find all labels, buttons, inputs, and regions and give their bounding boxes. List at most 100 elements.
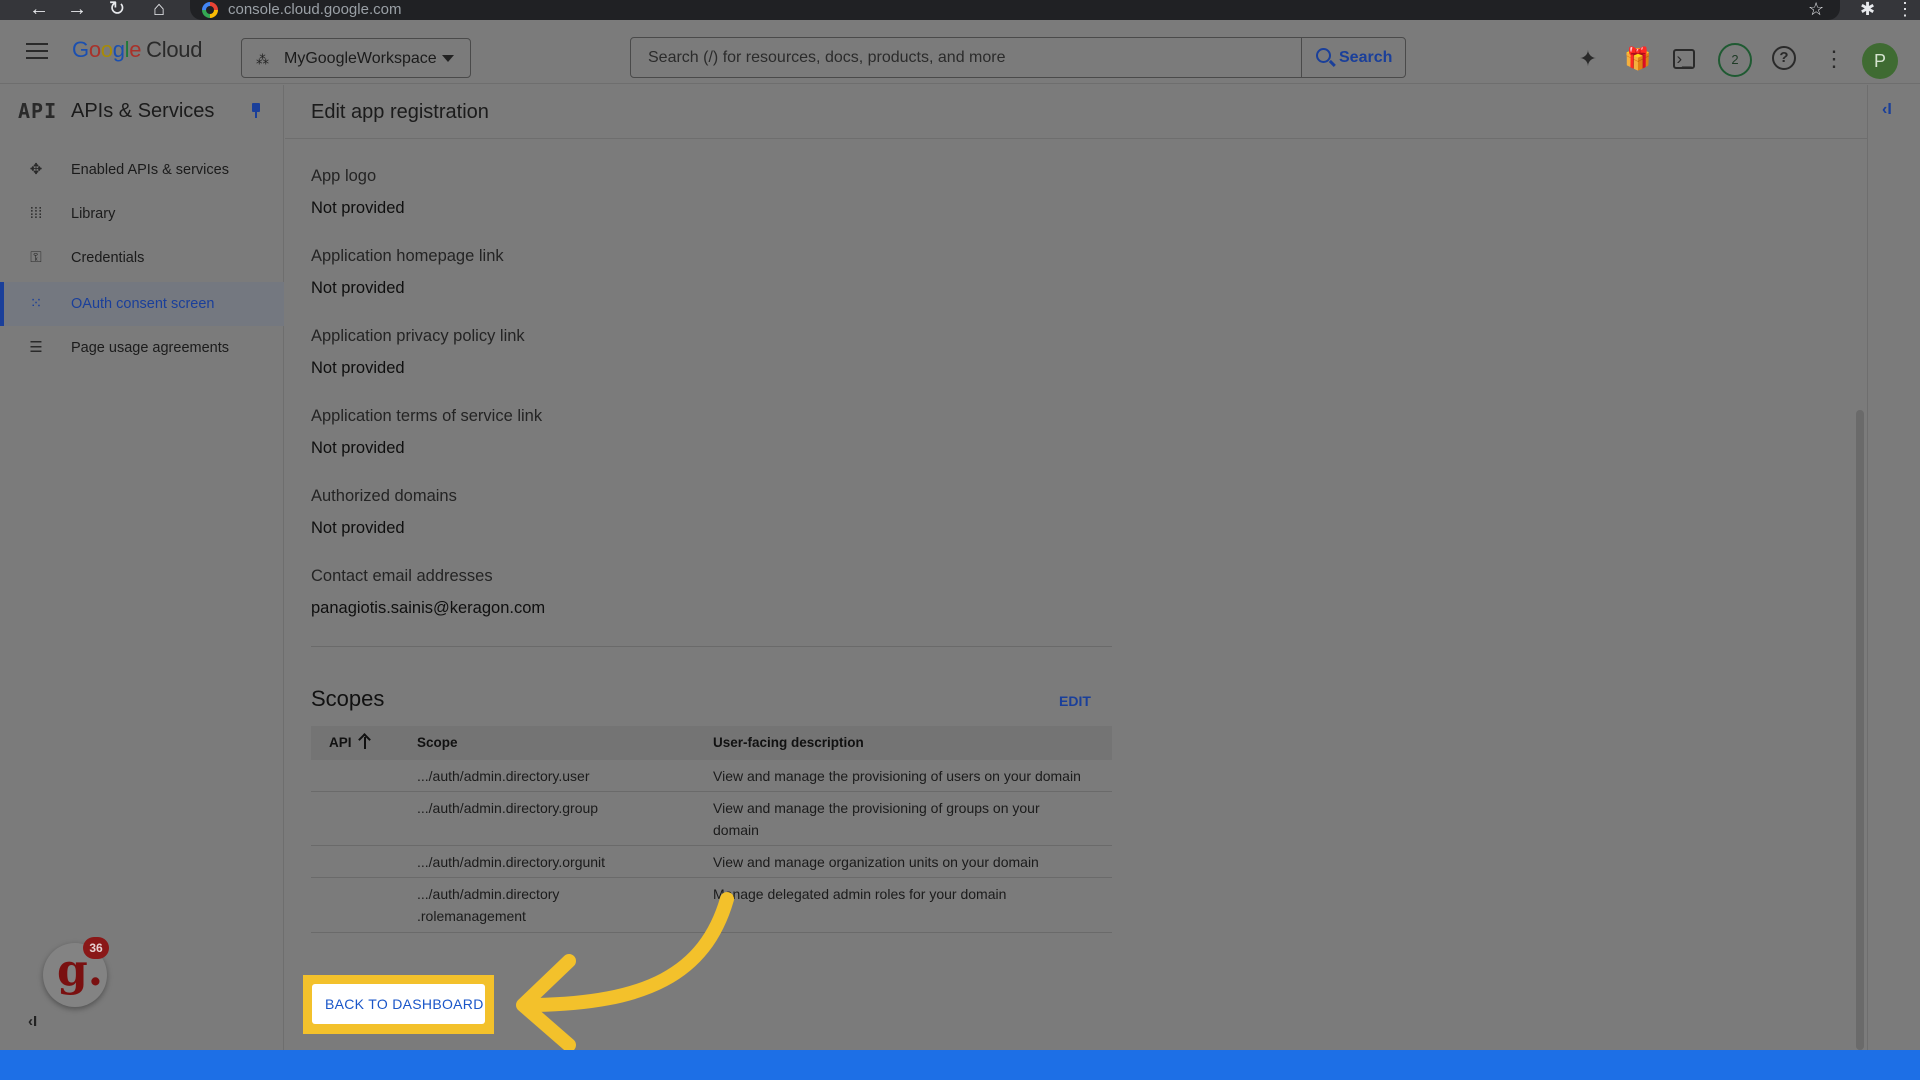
google-cloud-logo[interactable]: Google Cloud [72, 37, 202, 63]
field-contact-email: Contact email addresses panagiotis.saini… [311, 567, 545, 618]
collapse-right-panel-icon[interactable]: ‹I [1882, 101, 1892, 119]
field-value: Not provided [311, 519, 405, 537]
browser-menu-icon[interactable]: ⋮ [1896, 0, 1914, 18]
sidebar-item-page-usage[interactable]: ☰ Page usage agreements [0, 326, 284, 370]
more-vertical-icon[interactable]: ⋮ [1821, 46, 1847, 72]
settings-list-icon: ☰ [29, 339, 43, 356]
notifications-badge[interactable]: 2 [1718, 43, 1752, 77]
section-divider [311, 646, 1112, 647]
sort-ascending-icon[interactable] [358, 733, 372, 749]
sidebar-item-label: Page usage agreements [71, 340, 229, 356]
sidebar-item-label: OAuth consent screen [71, 296, 215, 312]
field-homepage-link: Application homepage link Not provided [311, 247, 504, 298]
url-text: console.cloud.google.com [228, 1, 402, 18]
back-arrow-icon[interactable]: ← [25, 0, 53, 20]
cell-description: Manage delegated admin roles for your do… [713, 886, 1007, 902]
field-terms-link: Application terms of service link Not pr… [311, 407, 542, 458]
edit-scopes-button[interactable]: EDIT [1059, 693, 1091, 709]
field-label: Authorized domains [311, 487, 457, 505]
right-panel-divider [1867, 85, 1868, 1050]
scopes-heading: Scopes [311, 686, 385, 711]
field-value: Not provided [311, 279, 405, 297]
search-input[interactable]: Search (/) for resources, docs, products… [648, 49, 1005, 67]
address-bar[interactable]: console.cloud.google.com [190, 0, 1840, 20]
scrollbar[interactable] [1856, 410, 1864, 1050]
cell-description: View and manage organization units on yo… [713, 854, 1039, 870]
field-value: Not provided [311, 359, 405, 377]
column-header-api[interactable]: API [329, 735, 352, 750]
field-label: App logo [311, 167, 377, 185]
sidebar-header: API APIs & Services [0, 85, 284, 137]
field-app-logo: App logo Not provided [311, 167, 405, 218]
forward-arrow-icon[interactable]: → [63, 0, 91, 20]
guide-count-badge: 36 [83, 937, 109, 959]
gift-icon[interactable]: 🎁 [1624, 46, 1651, 72]
project-selector[interactable]: ⁂ MyGoogleWorkspace [241, 38, 471, 78]
back-to-dashboard-button[interactable]: BACK TO DASHBOARD [312, 984, 485, 1024]
table-row: .../auth/admin.directory.user View and m… [311, 760, 1112, 792]
page-title: Edit app registration [311, 101, 489, 123]
consent-grid-icon: ⁙ [29, 295, 43, 312]
field-label: Application privacy policy link [311, 327, 525, 345]
reload-icon[interactable]: ↻ [103, 0, 131, 20]
project-tree-icon: ⁂ [256, 52, 269, 67]
table-header: API Scope User-facing description [311, 726, 1112, 760]
logo-cloud-word: Cloud [146, 37, 203, 62]
cell-description: View and manage the provisioning of user… [713, 768, 1081, 784]
main-title-bar: Edit app registration [285, 85, 1867, 139]
chevron-down-icon [442, 55, 454, 62]
key-icon: ⚿ [30, 249, 42, 266]
gemini-sparkle-icon[interactable]: ✦ [1575, 46, 1601, 72]
table-row: .../auth/admin.directory.group View and … [311, 792, 1112, 846]
project-name: MyGoogleWorkspace [284, 50, 437, 67]
bottom-bar [0, 1050, 1920, 1080]
cell-scope: .../auth/admin.directory.user [417, 768, 590, 784]
collapse-sidebar-icon[interactable]: ‹I [28, 1013, 37, 1030]
bookmark-star-icon[interactable]: ☆ [1808, 0, 1824, 18]
field-label: Application homepage link [311, 247, 504, 265]
cell-description-cont: domain [713, 822, 759, 838]
logo-google-word: Google [72, 37, 142, 62]
column-header-scope: Scope [417, 735, 458, 750]
sidebar: API APIs & Services ✥ Enabled APIs & ser… [0, 85, 284, 1050]
browser-toolbar: ← → ↻ ⌂ console.cloud.google.com ☆ ✱ ⋮ [0, 0, 1920, 20]
extensions-puzzle-icon[interactable]: ✱ [1860, 0, 1875, 18]
sidebar-item-label: Credentials [71, 250, 145, 266]
sidebar-item-enabled-apis[interactable]: ✥ Enabled APIs & services [0, 148, 284, 192]
search-box[interactable]: Search (/) for resources, docs, products… [630, 37, 1406, 78]
home-icon[interactable]: ⌂ [145, 0, 173, 20]
help-icon[interactable]: ? [1772, 46, 1796, 70]
search-icon [1316, 48, 1331, 63]
sidebar-item-credentials[interactable]: ⚿ Credentials [0, 236, 284, 280]
field-label: Application terms of service link [311, 407, 543, 425]
cloud-shell-terminal-icon[interactable]: ›_ [1673, 49, 1695, 69]
sidebar-item-label: Library [71, 206, 116, 222]
sidebar-item-oauth-consent[interactable]: ⁙ OAuth consent screen [0, 282, 284, 326]
callout-arrow-icon [516, 892, 734, 1052]
hamburger-menu-icon[interactable] [26, 43, 48, 61]
api-logo: API [18, 99, 58, 123]
column-header-description: User-facing description [713, 735, 864, 750]
field-privacy-policy-link: Application privacy policy link Not prov… [311, 327, 525, 378]
field-value: Not provided [311, 199, 405, 217]
api-diamond-icon: ✥ [29, 161, 43, 178]
avatar[interactable]: P [1862, 43, 1898, 79]
console-header: Google Cloud ⁂ MyGoogleWorkspace Search (… [0, 20, 1920, 84]
pin-icon[interactable] [250, 103, 262, 119]
field-value: panagiotis.sainis@keragon.com [311, 599, 546, 617]
search-button[interactable]: Search [1301, 38, 1405, 77]
table-row: .../auth/admin.directory.orgunit View an… [311, 846, 1112, 878]
sidebar-title: APIs & Services [71, 100, 215, 122]
search-button-label: Search [1339, 49, 1393, 66]
google-cloud-favicon-icon [202, 2, 218, 18]
cell-scope: .../auth/admin.directory.orgunit [417, 854, 606, 870]
field-authorized-domains: Authorized domains Not provided [311, 487, 457, 538]
field-label: Contact email addresses [311, 567, 493, 585]
sidebar-item-library[interactable]: ⁞⁞⁞ Library [0, 192, 284, 236]
library-icon: ⁞⁞⁞ [29, 205, 43, 222]
floating-guide-widget[interactable]: g. 36 [43, 937, 109, 1007]
sidebar-item-label: Enabled APIs & services [71, 162, 229, 178]
cell-scope: .../auth/admin.directory.group [417, 800, 599, 816]
back-to-dashboard-label: BACK TO DASHBOARD [325, 996, 484, 1012]
cell-description: View and manage the provisioning of grou… [713, 800, 1040, 816]
